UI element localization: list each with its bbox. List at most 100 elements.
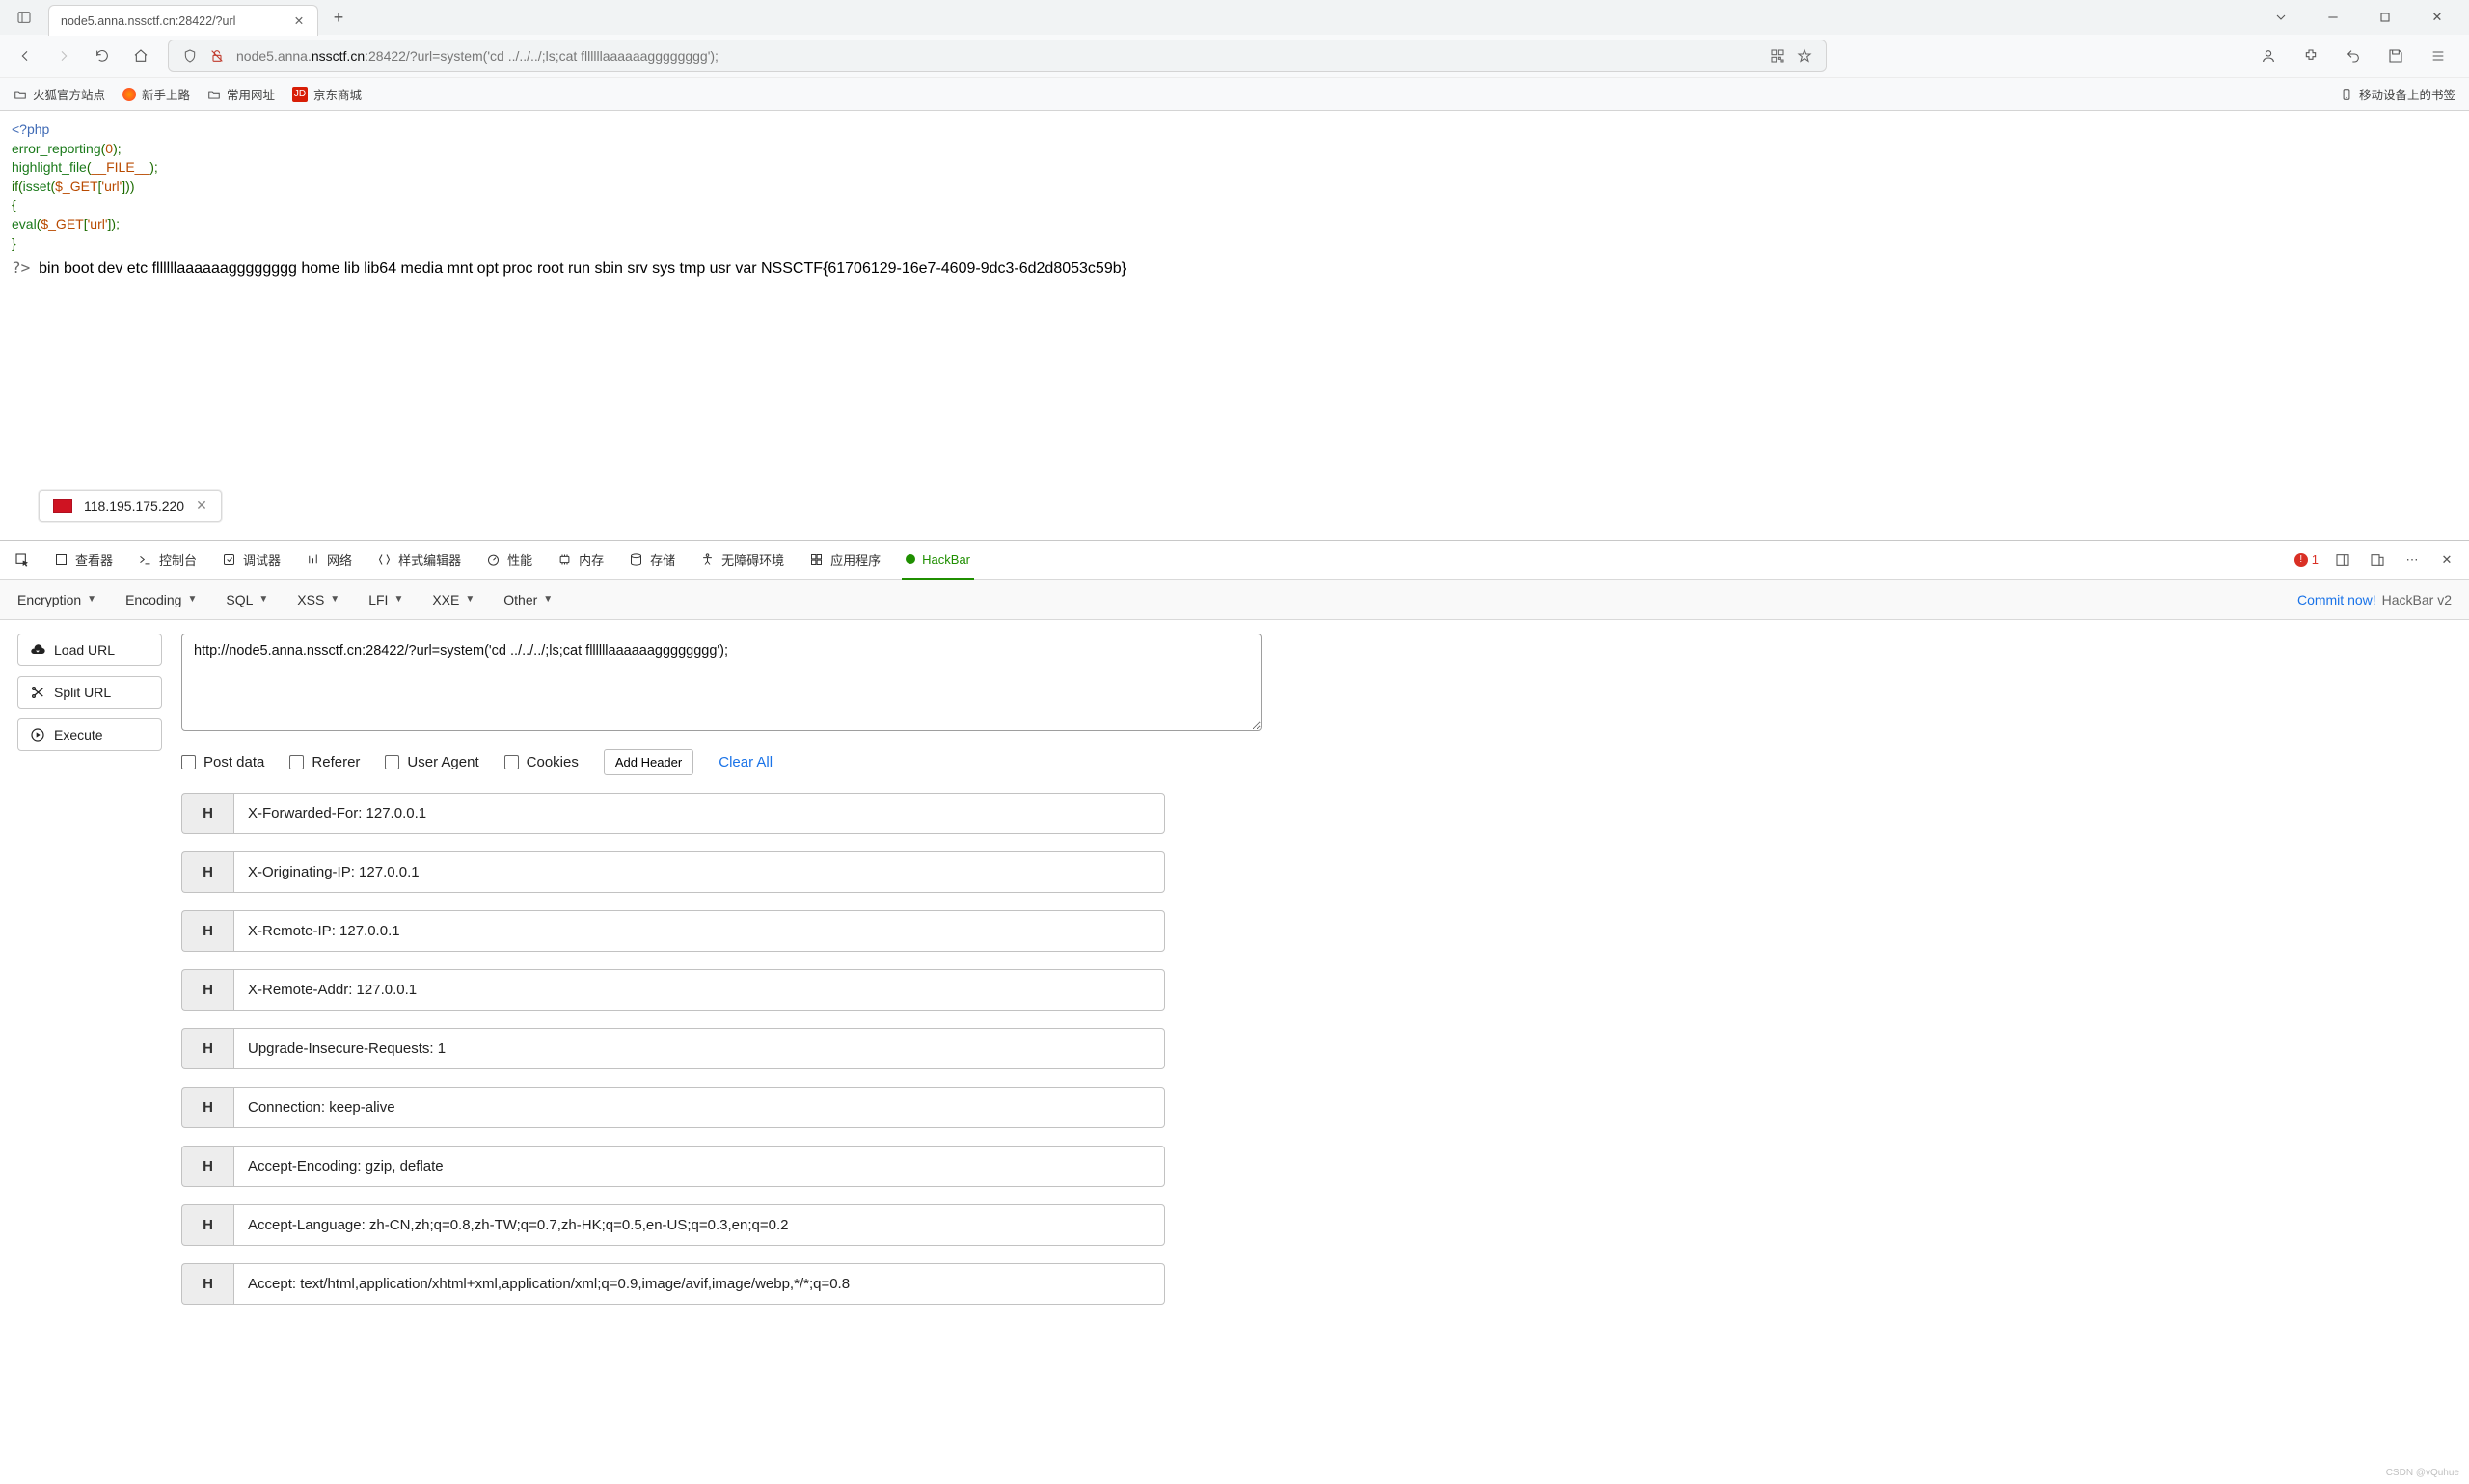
bookmark-firefox[interactable]: 火狐官方站点 — [14, 85, 105, 103]
watermark: CSDN @vQuhue — [2386, 1468, 2459, 1478]
tab-storage[interactable]: 存储 — [625, 541, 679, 579]
tab-debugger[interactable]: 调试器 — [218, 541, 285, 579]
clear-all-link[interactable]: Clear All — [719, 754, 773, 770]
hamburger-menu-icon[interactable] — [2427, 44, 2450, 67]
close-window-button[interactable]: ✕ — [2428, 9, 2446, 26]
checkbox-cookies[interactable]: Cookies — [504, 754, 579, 770]
menu-xxe[interactable]: XXE▼ — [432, 592, 475, 607]
header-field[interactable] — [233, 1263, 1165, 1305]
play-icon — [30, 727, 45, 742]
caret-down-icon: ▼ — [393, 594, 403, 605]
nav-toolbar: node5.anna.nssctf.cn:28422/?url=system('… — [0, 35, 2469, 77]
home-button[interactable] — [129, 44, 152, 67]
responsive-icon[interactable] — [2367, 550, 2388, 571]
hackbar-body: Load URL Split URL Execute Post data Ref… — [0, 620, 2469, 1484]
devtools-close-icon[interactable]: ✕ — [2436, 550, 2457, 571]
more-tabs-icon[interactable] — [2272, 9, 2290, 26]
hackbar-dot-icon — [906, 554, 915, 564]
kebab-menu-icon[interactable]: ⋯ — [2401, 550, 2423, 571]
header-field[interactable] — [233, 969, 1165, 1011]
tab-inspector[interactable]: 查看器 — [50, 541, 117, 579]
header-field[interactable] — [233, 851, 1165, 893]
tab-style[interactable]: 样式编辑器 — [373, 541, 465, 579]
checkbox-icon — [385, 755, 399, 769]
header-field[interactable] — [233, 1028, 1165, 1069]
caret-down-icon: ▼ — [87, 594, 96, 605]
window-controls: ✕ — [2272, 9, 2461, 26]
tab-memory[interactable]: 内存 — [554, 541, 608, 579]
commit-link[interactable]: Commit now! — [2297, 592, 2376, 607]
jd-icon: JD — [292, 87, 308, 102]
minimize-button[interactable] — [2324, 9, 2342, 26]
menu-encryption[interactable]: Encryption▼ — [17, 592, 96, 607]
menu-encoding[interactable]: Encoding▼ — [125, 592, 197, 607]
dock-side-icon[interactable] — [2332, 550, 2353, 571]
header-field[interactable] — [233, 1204, 1165, 1246]
bookmark-newbie[interactable]: 新手上路 — [122, 85, 190, 103]
checkbox-referer[interactable]: Referer — [289, 754, 360, 770]
devtools-tabbar: 查看器 控制台 调试器 网络 样式编辑器 性能 内存 存储 无障碍环境 应用程序… — [0, 541, 2469, 580]
maximize-button[interactable] — [2376, 9, 2394, 26]
nav-right — [2257, 44, 2455, 67]
header-field[interactable] — [233, 910, 1165, 952]
split-url-button[interactable]: Split URL — [17, 676, 162, 709]
url-text: node5.anna.nssctf.cn:28422/?url=system('… — [236, 48, 719, 64]
caret-down-icon: ▼ — [465, 594, 475, 605]
bookmark-mobile[interactable]: 移动设备上的书签 — [2340, 85, 2455, 103]
bookmark-star-icon[interactable] — [1797, 48, 1812, 64]
header-field[interactable] — [233, 1087, 1165, 1128]
error-counter[interactable]: !1 — [2294, 553, 2319, 567]
account-icon[interactable] — [2257, 44, 2280, 67]
load-url-button[interactable]: Load URL — [17, 634, 162, 666]
tab-a11y[interactable]: 无障碍环境 — [696, 541, 788, 579]
tab-network[interactable]: 网络 — [302, 541, 356, 579]
insecure-lock-icon — [209, 48, 225, 64]
checkbox-useragent[interactable]: User Agent — [385, 754, 478, 770]
forward-button[interactable] — [52, 44, 75, 67]
brand-label: HackBar v2 — [2382, 592, 2452, 607]
save-page-icon[interactable] — [2384, 44, 2407, 67]
header-label: H — [181, 910, 233, 952]
tab-close-button[interactable]: ✕ — [292, 14, 306, 28]
back-button[interactable] — [14, 44, 37, 67]
extensions-icon[interactable] — [2299, 44, 2322, 67]
reload-button[interactable] — [91, 44, 114, 67]
execute-button[interactable]: Execute — [17, 718, 162, 751]
hackbar-actions: Load URL Split URL Execute — [17, 634, 162, 1471]
header-row: H — [181, 1263, 1165, 1305]
cloud-download-icon — [30, 642, 45, 658]
add-header-button[interactable]: Add Header — [604, 749, 693, 775]
ip-close-icon[interactable]: ✕ — [196, 498, 207, 514]
app-menu-button[interactable] — [8, 5, 41, 30]
qr-icon[interactable] — [1770, 48, 1785, 64]
tab-performance[interactable]: 性能 — [482, 541, 536, 579]
header-field[interactable] — [233, 1146, 1165, 1187]
header-field[interactable] — [233, 793, 1165, 834]
bookmark-common[interactable]: 常用网址 — [207, 85, 275, 103]
tab-hackbar[interactable]: HackBar — [902, 542, 974, 580]
devtools-right: !1 ⋯ ✕ — [2294, 550, 2457, 571]
pick-element-icon[interactable] — [12, 550, 33, 571]
browser-tab[interactable]: node5.anna.nssctf.cn:28422/?url ✕ — [48, 5, 318, 36]
menu-xss[interactable]: XSS▼ — [297, 592, 339, 607]
tab-console[interactable]: 控制台 — [134, 541, 201, 579]
ip-indicator[interactable]: 118.195.175.220 ✕ — [39, 490, 222, 522]
options-row: Post data Referer User Agent Cookies Add… — [181, 749, 1262, 775]
page-output: ?> bin boot dev etc fllllllaaaaaaggggggg… — [12, 258, 2457, 278]
tab-title: node5.anna.nssctf.cn:28422/?url — [61, 14, 283, 28]
menu-sql[interactable]: SQL▼ — [226, 592, 268, 607]
caret-down-icon: ▼ — [258, 594, 268, 605]
header-label: H — [181, 1204, 233, 1246]
header-label: H — [181, 1263, 233, 1305]
headers-list: HHHHHHHHH — [181, 793, 1262, 1305]
tab-application[interactable]: 应用程序 — [805, 541, 884, 579]
menu-other[interactable]: Other▼ — [503, 592, 553, 607]
undo-icon[interactable] — [2342, 44, 2365, 67]
url-bar[interactable]: node5.anna.nssctf.cn:28422/?url=system('… — [168, 40, 1827, 72]
devtools-panel: 查看器 控制台 调试器 网络 样式编辑器 性能 内存 存储 无障碍环境 应用程序… — [0, 540, 2469, 1484]
bookmark-jd[interactable]: JD京东商城 — [292, 85, 362, 103]
new-tab-button[interactable]: + — [326, 5, 351, 30]
menu-lfi[interactable]: LFI▼ — [368, 592, 403, 607]
url-textarea[interactable] — [181, 634, 1262, 731]
checkbox-postdata[interactable]: Post data — [181, 754, 264, 770]
